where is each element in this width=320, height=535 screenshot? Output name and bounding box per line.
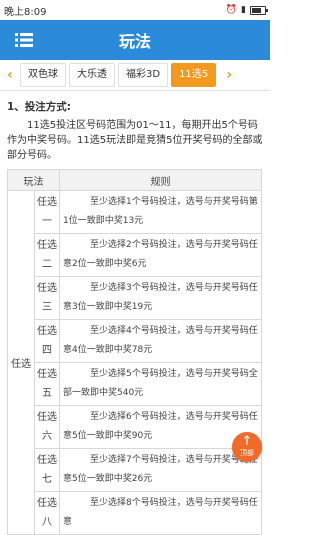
table-row: 任选六 至少选择6个号码投注，选号与开奖号码任意5位一致即中奖90元 <box>8 405 262 449</box>
table-row: 任选三 至少选择3个号码投注，选号与开奖号码任意3位一致即中奖19元 <box>8 276 262 320</box>
chevron-left-icon[interactable]: ‹ <box>0 67 20 83</box>
rules-content: 1、投注方式: 11选5投注区号码范围为01～11，每期开出5个号码作为中奖号码… <box>0 91 270 535</box>
type-cell: 任选五 <box>34 362 60 406</box>
rule-cell: 至少选择3个号码投注，选号与开奖号码任意3位一致即中奖19元 <box>59 276 262 320</box>
status-icons: ⏰ ▮ <box>225 5 268 15</box>
status-time: 晚上8:09 <box>4 6 47 18</box>
table-row: 任选五 至少选择5个号码投注，选号与开奖号码全部一致即中奖540元 <box>8 362 262 406</box>
table-row: 任选 任选一 至少选择1个号码投注，选号与开奖号码第1位一致即中奖13元 <box>7 190 262 535</box>
tab-daletou[interactable]: 大乐透 <box>69 63 115 87</box>
rule-cell: 至少选择2个号码投注，选号与开奖号码任意2位一致即中奖6元 <box>59 233 262 277</box>
table-header-rule: 规则 <box>59 169 262 191</box>
menu-icon <box>15 33 33 47</box>
app-header: 玩法 <box>0 20 270 60</box>
section-title: 1、投注方式: <box>7 101 72 113</box>
rules-table: 玩法 规则 任选 任选一 至少选择1个号码投注，选号与开奖号码第1位一致即中奖1… <box>7 169 262 535</box>
lottery-tabs: ‹ 双色球 大乐透 福彩3D 11选5 › <box>0 60 270 91</box>
battery-icon <box>250 5 268 15</box>
table-row: 任选八 至少选择8个号码投注，选号与开奖号码任意 <box>8 491 262 535</box>
section-paragraph: 11选5投注区号码范围为01～11，每期开出5个号码作为中奖号码。11选5玩法即… <box>7 120 263 161</box>
rule-cell: 至少选择5个号码投注，选号与开奖号码全部一致即中奖540元 <box>59 362 262 406</box>
chevron-right-icon[interactable]: › <box>219 67 239 83</box>
alarm-icon: ⏰ <box>225 5 238 15</box>
table-row: 任选四 至少选择4个号码投注，选号与开奖号码任意4位一致即中奖78元 <box>8 319 262 363</box>
menu-button[interactable] <box>8 24 40 56</box>
type-cell: 任选八 <box>34 491 60 535</box>
page-title: 玩法 <box>118 32 151 51</box>
type-cell: 任选三 <box>34 276 60 320</box>
table-row: 任选二 至少选择2个号码投注，选号与开奖号码任意2位一致即中奖6元 <box>8 233 262 277</box>
group-cell: 任选 <box>7 190 35 535</box>
table-row: 任选七 至少选择7个号码投注，选号与开奖号码任意5位一致即中奖26元 <box>8 448 262 492</box>
rule-cell: 至少选择4个号码投注，选号与开奖号码任意4位一致即中奖78元 <box>59 319 262 363</box>
tab-fucai3d[interactable]: 福彩3D <box>118 63 169 87</box>
signal-icon: ▮ <box>241 5 246 15</box>
table-header-play: 玩法 <box>7 169 60 191</box>
scroll-top-button[interactable]: ↑ 顶部 <box>232 432 262 462</box>
status-bar: 晚上8:09 ⏰ ▮ <box>0 0 270 20</box>
scroll-top-label: 顶部 <box>240 449 254 457</box>
rule-cell: 至少选择7个号码投注，选号与开奖号码任意5位一致即中奖26元 <box>59 448 262 492</box>
type-cell: 任选七 <box>34 448 60 492</box>
type-cell: 任选一 <box>34 190 60 234</box>
rule-cell: 至少选择6个号码投注，选号与开奖号码任意5位一致即中奖90元 <box>59 405 262 449</box>
tab-shuangseqiu[interactable]: 双色球 <box>20 63 66 87</box>
type-cell: 任选四 <box>34 319 60 363</box>
arrow-up-icon: ↑ <box>241 434 253 449</box>
rule-cell: 至少选择8个号码投注，选号与开奖号码任意 <box>59 491 262 535</box>
tab-11xuan5[interactable]: 11选5 <box>171 63 217 87</box>
type-cell: 任选六 <box>34 405 60 449</box>
type-cell: 任选二 <box>34 233 60 277</box>
table-header-row: 玩法 规则 <box>7 169 262 191</box>
rule-cell: 至少选择1个号码投注，选号与开奖号码第1位一致即中奖13元 <box>59 190 262 234</box>
